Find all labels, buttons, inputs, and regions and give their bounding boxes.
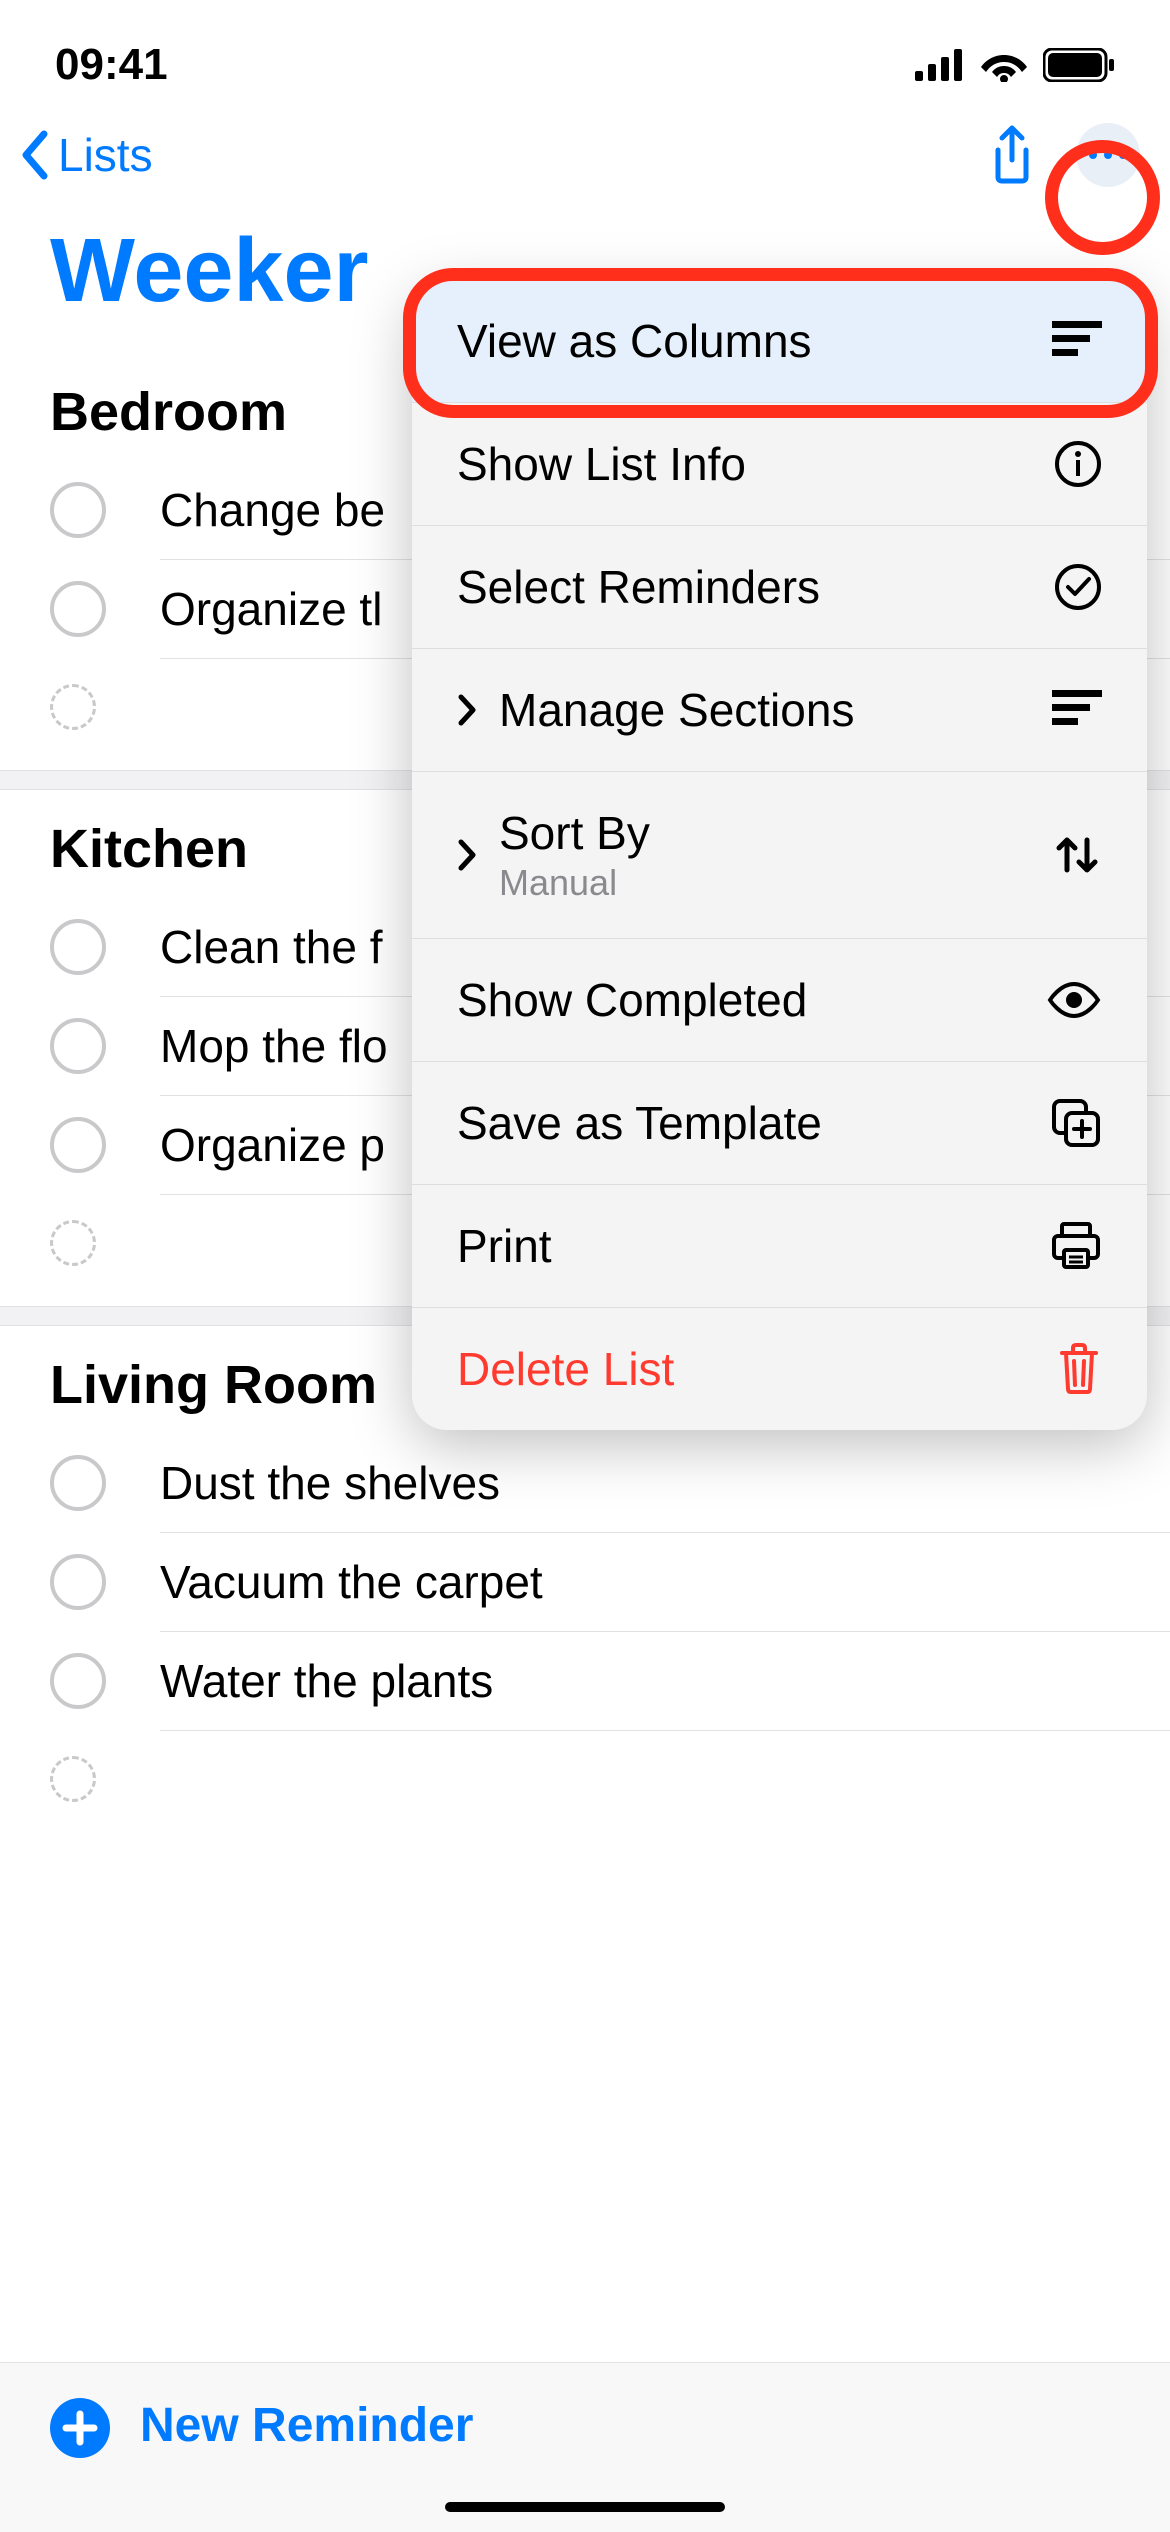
reminder-label: Mop the flo: [160, 1019, 388, 1073]
menu-save-as-template[interactable]: Save as Template: [412, 1062, 1147, 1185]
wifi-icon: [980, 48, 1028, 82]
reminder-label: Vacuum the carpet: [160, 1555, 543, 1609]
checkbox-circle[interactable]: [50, 1018, 106, 1074]
menu-label: Select Reminders: [457, 560, 1034, 614]
info-icon: [1054, 440, 1102, 488]
reminder-label: Organize tl: [160, 582, 382, 636]
back-label: Lists: [58, 128, 153, 182]
menu-label: Delete List: [457, 1342, 1036, 1396]
checkbox-circle[interactable]: [50, 1455, 106, 1511]
sort-icon: [1052, 830, 1102, 880]
share-icon[interactable]: [988, 125, 1036, 185]
printer-icon: [1050, 1222, 1102, 1270]
back-button[interactable]: Lists: [20, 128, 153, 182]
menu-print[interactable]: Print: [412, 1185, 1147, 1308]
columns-icon: [1052, 321, 1102, 361]
checkbox-circle[interactable]: [50, 919, 106, 975]
menu-show-completed[interactable]: Show Completed: [412, 939, 1147, 1062]
checkbox-circle[interactable]: [50, 1117, 106, 1173]
menu-sublabel: Manual: [499, 862, 1032, 904]
add-reminder-placeholder[interactable]: [50, 1220, 96, 1266]
status-time: 09:41: [55, 40, 168, 90]
new-reminder-label[interactable]: New Reminder: [140, 2398, 473, 2453]
ellipsis-icon: [1088, 150, 1128, 160]
chevron-right-icon: [457, 693, 477, 727]
reminder-label: Water the plants: [160, 1654, 493, 1708]
checkbox-circle[interactable]: [50, 482, 106, 538]
status-bar: 09:41: [0, 0, 1170, 110]
menu-label: Show List Info: [457, 437, 1034, 491]
menu-label: Show Completed: [457, 973, 1026, 1027]
eye-icon: [1046, 980, 1102, 1020]
reminder-row[interactable]: Dust the shelves: [160, 1434, 1170, 1533]
checkbox-circle[interactable]: [50, 581, 106, 637]
menu-sort-by[interactable]: Sort By Manual: [412, 772, 1147, 939]
home-indicator: [445, 2502, 725, 2512]
navigation-bar: Lists: [0, 110, 1170, 210]
plus-icon: [62, 2410, 98, 2446]
menu-label: Manage Sections: [499, 683, 1032, 737]
battery-icon: [1043, 48, 1115, 82]
checkbox-circle[interactable]: [50, 1653, 106, 1709]
add-reminder-placeholder[interactable]: [50, 1756, 96, 1802]
reminder-label: Change be: [160, 483, 385, 537]
new-reminder-button[interactable]: [50, 2398, 110, 2458]
section-title: Living Room: [50, 1354, 377, 1416]
menu-view-as-columns[interactable]: View as Columns: [412, 280, 1147, 403]
reminder-label: Clean the f: [160, 920, 382, 974]
menu-manage-sections[interactable]: Manage Sections: [412, 649, 1147, 772]
checkbox-circle[interactable]: [50, 1554, 106, 1610]
section-title: Bedroom: [50, 381, 287, 443]
add-reminder-placeholder[interactable]: [50, 684, 96, 730]
checkmark-circle-icon: [1054, 563, 1102, 611]
menu-show-list-info[interactable]: Show List Info: [412, 403, 1147, 526]
section-title: Kitchen: [50, 818, 248, 880]
menu-label: Print: [457, 1219, 1030, 1273]
reminder-label: Dust the shelves: [160, 1456, 500, 1510]
reminder-row[interactable]: Vacuum the carpet: [160, 1533, 1170, 1632]
context-menu: View as Columns Show List Info Select Re…: [412, 280, 1147, 1430]
trash-icon: [1056, 1343, 1102, 1395]
menu-delete-list[interactable]: Delete List: [412, 1308, 1147, 1430]
more-button[interactable]: [1076, 123, 1140, 187]
menu-label: Save as Template: [457, 1096, 1030, 1150]
reminder-label: Organize p: [160, 1118, 385, 1172]
chevron-left-icon: [20, 130, 52, 180]
menu-select-reminders[interactable]: Select Reminders: [412, 526, 1147, 649]
status-icons: [915, 48, 1115, 82]
sections-icon: [1052, 690, 1102, 730]
chevron-right-icon: [457, 838, 477, 872]
menu-label: View as Columns: [457, 314, 1032, 368]
cellular-icon: [915, 49, 965, 81]
reminder-row[interactable]: Water the plants: [160, 1632, 1170, 1731]
template-icon: [1050, 1097, 1102, 1149]
menu-label: Sort By: [499, 806, 1032, 860]
